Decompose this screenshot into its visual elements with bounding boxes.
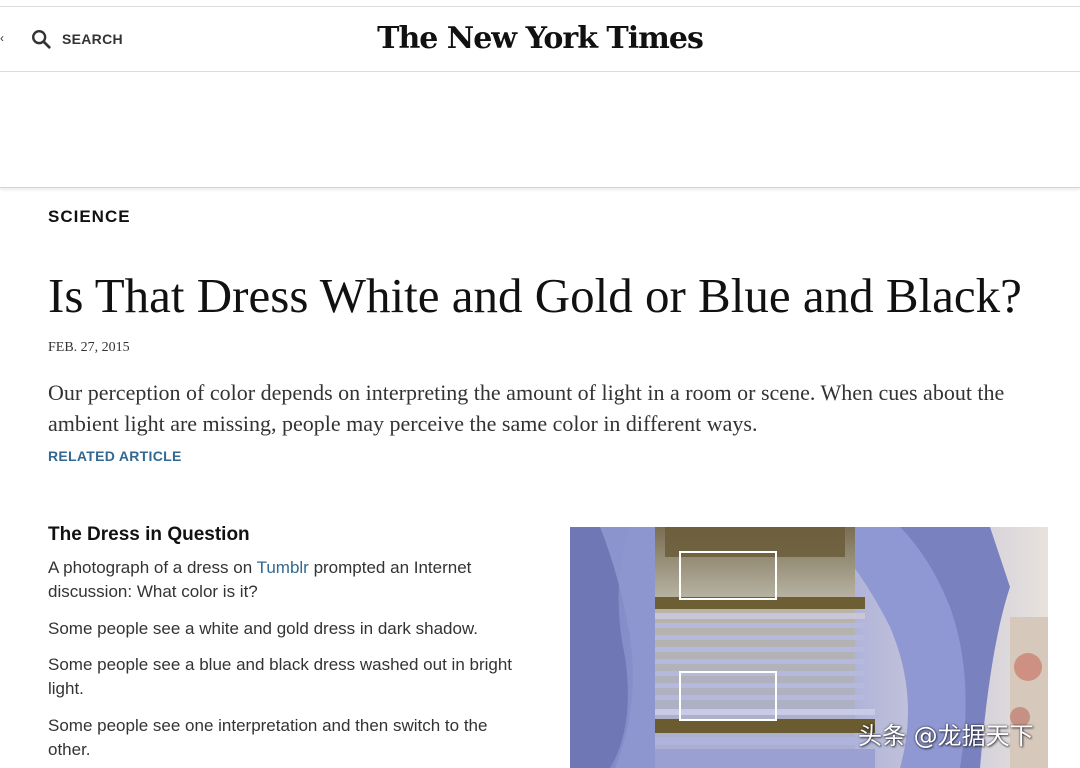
- paragraph-switch: Some people see one interpretation and t…: [48, 716, 488, 759]
- related-article-link[interactable]: RELATED ARTICLE: [48, 448, 182, 464]
- article-date: FEB. 27, 2015: [48, 340, 130, 355]
- tumblr-link[interactable]: Tumblr: [257, 558, 309, 577]
- article-headline: Is That Dress White and Gold or Blue and…: [48, 268, 1022, 323]
- paragraph-blue-black: Some people see a blue and black dress w…: [48, 655, 513, 698]
- article-summary: Our perception of color depends on inter…: [48, 380, 1005, 436]
- section-kicker[interactable]: SCIENCE: [48, 207, 131, 227]
- page: ‹ SEARCH The New York Times SCIENCE Is T…: [0, 0, 1080, 768]
- top-bar: ‹ SEARCH The New York Times: [0, 6, 1080, 72]
- masthead-logo[interactable]: The New York Times: [0, 21, 1080, 56]
- paragraph-intro-before: A photograph of a dress on: [48, 558, 257, 577]
- paragraph-intro: A photograph of a dress on Tumblr prompt…: [48, 556, 528, 604]
- watermark-text: 头条 @龙据天下: [858, 722, 1034, 750]
- paragraph-white-gold: Some people see a white and gold dress i…: [48, 619, 478, 638]
- section-title: The Dress in Question: [48, 524, 250, 545]
- ad-space: [0, 72, 1080, 188]
